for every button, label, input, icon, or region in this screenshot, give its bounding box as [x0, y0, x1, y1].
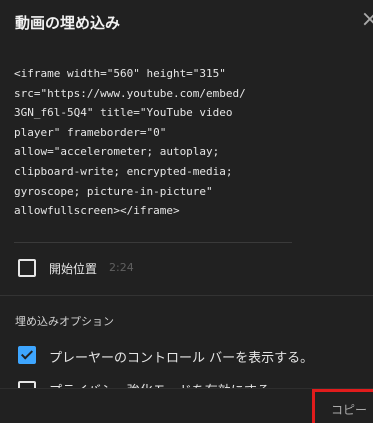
start-position-label: 開始位置	[49, 262, 98, 276]
options-scroll-clip: プライバシー強化モードを有効にする。	[0, 376, 373, 388]
show-controls-label: プレーヤーのコントロール バーを表示する。	[49, 351, 314, 366]
embed-code-underline	[14, 242, 292, 243]
start-position-checkbox[interactable]	[18, 259, 36, 277]
privacy-mode-checkbox[interactable]	[18, 381, 36, 388]
copy-button[interactable]: コピー	[312, 389, 373, 423]
start-position-time-input[interactable]: 2:24	[109, 261, 134, 274]
embed-dialog: 動画の埋め込み × <iframe width="560" height="31…	[0, 0, 373, 423]
dialog-title: 動画の埋め込み	[15, 14, 121, 32]
embed-options-heading: 埋め込みオプション	[15, 315, 114, 328]
close-icon[interactable]: ×	[361, 9, 373, 31]
section-divider	[0, 295, 373, 296]
show-controls-checkbox[interactable]	[18, 346, 36, 364]
privacy-mode-label: プライバシー強化モードを有効にする。	[49, 380, 283, 388]
copy-button-label: コピー	[331, 403, 368, 417]
embed-code-textarea[interactable]: <iframe width="560" height="315" src="ht…	[14, 64, 296, 221]
